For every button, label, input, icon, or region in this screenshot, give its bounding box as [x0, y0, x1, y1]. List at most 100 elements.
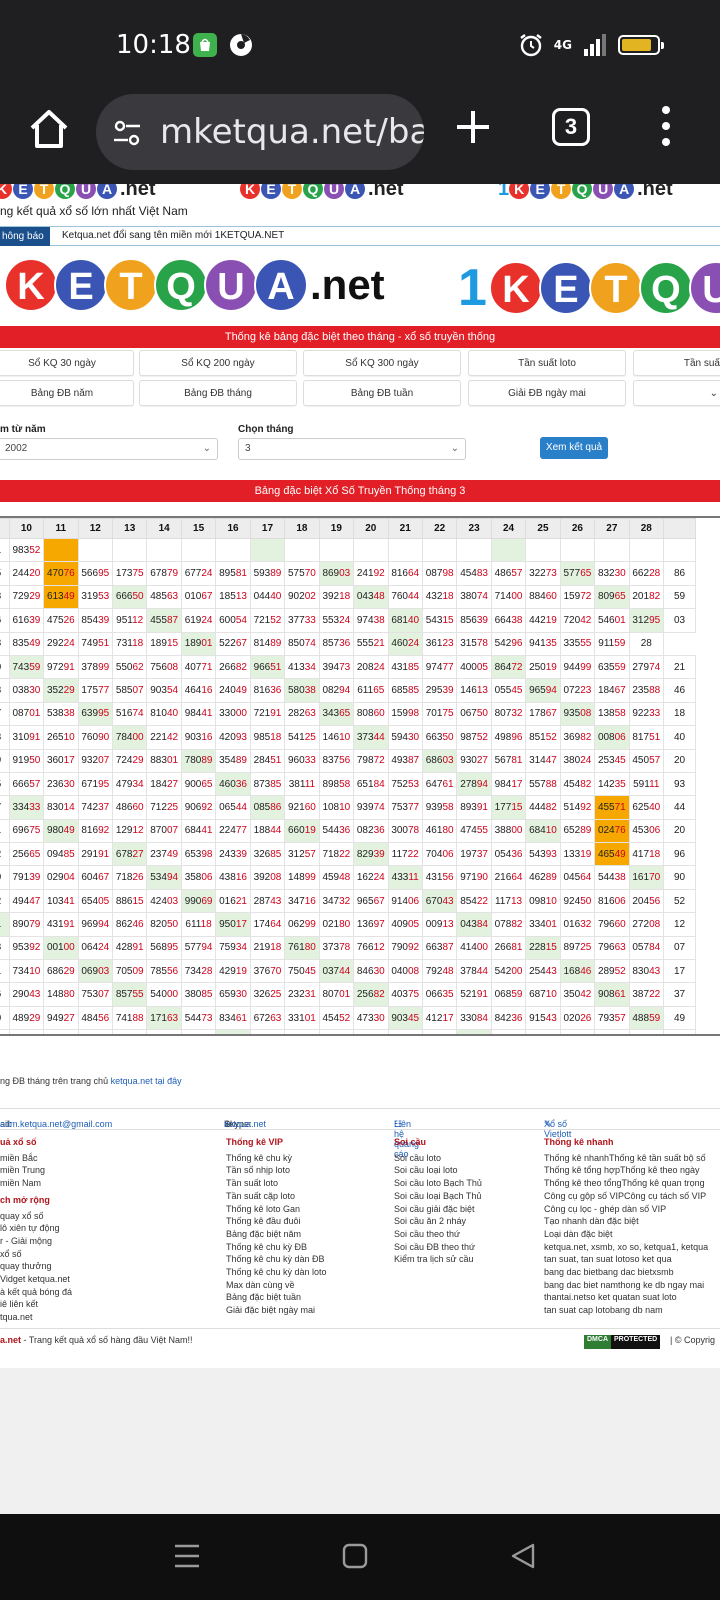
footer-link[interactable]: Giải đặc biệt ngày mai — [226, 1304, 327, 1317]
footer-link[interactable]: Max dàn cùng về — [226, 1279, 327, 1292]
more-menu-icon[interactable] — [660, 106, 672, 150]
ketqua-logo-large[interactable]: K E T Q U A .net — [4, 258, 385, 312]
footer-link[interactable]: Thống kê nhanhThống kê tần suất bộ số — [544, 1152, 708, 1165]
footer-link[interactable]: Thống kê theo tổngThống kê quan trọng — [544, 1177, 708, 1190]
ketqua-logo-small-center[interactable]: K E T Q U A .net — [240, 184, 404, 200]
footer-link[interactable]: iê liên kết — [0, 1298, 72, 1311]
cell-value: 59 — [673, 591, 686, 603]
footer-link[interactable]: Thống kê tổng hợpThống kê theo ngày — [544, 1164, 708, 1177]
address-bar[interactable]: mketqua.net/ba — [96, 94, 424, 170]
cell-value: 28743 — [253, 895, 282, 907]
footer-link[interactable]: r - Giải mộng — [0, 1235, 72, 1248]
footer-link[interactable]: miền Nam — [0, 1177, 72, 1190]
footer-link[interactable]: Thống kê loto Gan — [226, 1203, 327, 1216]
recent-apps-icon[interactable] — [174, 1542, 200, 1570]
site-settings-icon[interactable] — [112, 118, 142, 148]
footer-link[interactable]: bang dac bietbang dac bietxsmb — [544, 1266, 708, 1279]
footer-link[interactable]: Bảng đặc biệt tuần — [226, 1291, 327, 1304]
footer-link[interactable]: Tần số nhịp loto — [226, 1164, 327, 1177]
cell-value: 29539 — [425, 685, 454, 697]
footer-link[interactable]: Loại dàn đặc biệt — [544, 1228, 708, 1241]
footer-link[interactable]: Thống kê chu kỳ ĐB — [226, 1241, 327, 1254]
footer-link[interactable]: tan suat cap lotobang db nam — [544, 1304, 708, 1317]
nav-so-kq-300[interactable]: Sổ KQ 300 ngày — [303, 350, 461, 376]
table-cell: 24049 — [215, 678, 251, 703]
cell-value: 89079 — [12, 918, 41, 930]
1ketqua-logo-small[interactable]: 1 K E T Q U A .net — [496, 184, 673, 200]
view-results-button[interactable]: Xem kết quả — [540, 437, 608, 459]
nav-bang-db-nam[interactable]: Bảng ĐB năm — [0, 380, 134, 406]
footer-link[interactable]: Soi cầu loto Bạch Thủ — [394, 1177, 482, 1190]
footer-link[interactable]: à kết quả bóng đá — [0, 1286, 72, 1299]
nav-so-kq-30[interactable]: Sổ KQ 30 ngày — [0, 350, 134, 376]
footer-link[interactable]: Soi cầu loto — [394, 1152, 482, 1165]
1ketqua-logo-large[interactable]: 1 K E T Q U — [458, 258, 720, 318]
month-select[interactable]: 3 ⌄ — [238, 438, 466, 460]
footer-link[interactable]: Công cụ gộp số VIPCông cụ tách số VIP — [544, 1190, 708, 1203]
table-cell: 205 — [0, 561, 10, 586]
footer-link[interactable]: thantai.netso ket quatan suat loto — [544, 1291, 708, 1304]
cell-value: 81489 — [253, 638, 282, 650]
footer-link[interactable]: Tạo nhanh dàn đặc biệt — [544, 1215, 708, 1228]
footer-link[interactable]: ketqua.net, xsmb, xo so, ketqua1, ketqua — [544, 1241, 708, 1254]
nav-bang-db-tuan[interactable]: Bảng ĐB tuần — [303, 380, 461, 406]
footer-link[interactable]: Soi cầu ăn 2 nháy — [394, 1215, 482, 1228]
footer-link[interactable]: miền Bắc — [0, 1152, 72, 1165]
dmca-badge[interactable]: DMCA PROTECTED — [584, 1335, 661, 1349]
footer-link[interactable]: Soi cầu theo thứ — [394, 1228, 482, 1241]
footer-link[interactable]: Thống kê chu kỳ dàn ĐB — [226, 1253, 327, 1266]
footer-link[interactable]: Thống kê đầu đuôi — [226, 1215, 327, 1228]
cell-value: 22477 — [219, 825, 247, 837]
notice-text[interactable]: Ketqua.net đổi sang tên miền mới 1KETQUA… — [62, 230, 284, 241]
table-cell: 98417 — [490, 771, 527, 797]
footer-note-link[interactable]: ketqua.net tại đây — [111, 1076, 182, 1086]
table-cell: 42919 — [215, 959, 251, 984]
year-select[interactable]: 2002 ⌄ — [0, 438, 218, 460]
email-link[interactable]: adm.ketqua.net@gmail.com — [0, 1119, 112, 1129]
nav-tan-suat-loto[interactable]: Tần suất loto — [468, 350, 626, 376]
footer-link[interactable]: Tần suất loto — [226, 1177, 327, 1190]
table-cell: 75307 — [77, 982, 114, 1007]
footer-link[interactable]: xổ số — [0, 1248, 72, 1261]
cell-value: 21664 — [494, 872, 523, 884]
cell-value: 70406 — [425, 848, 454, 860]
nav-more-dropdown[interactable]: ⌄ — [633, 380, 720, 406]
footer-link[interactable]: Thống kê chu kỳ dàn loto — [226, 1266, 327, 1279]
footer-link[interactable]: Soi cầu loại loto — [394, 1164, 482, 1177]
footer-link[interactable]: Vidget ketqua.net — [0, 1273, 72, 1286]
footer-link[interactable]: tqua.net — [0, 1311, 72, 1324]
footer-link[interactable]: quay thưởng — [0, 1260, 72, 1273]
footer-link[interactable]: Kiểm tra lịch sử cầu — [394, 1253, 482, 1266]
footer-link[interactable]: Tần suất cặp loto — [226, 1190, 327, 1203]
table-cell: 43218 — [421, 584, 458, 610]
nav-tan-suat-more[interactable]: Tần suấ — [633, 350, 720, 376]
table-cell: 502 — [0, 842, 10, 867]
cell-value: 27894 — [460, 778, 488, 790]
footer-link[interactable]: miền Trung — [0, 1164, 72, 1177]
home-icon[interactable] — [26, 106, 72, 152]
ketqua-logo-small[interactable]: K E T Q U A .net — [0, 184, 156, 200]
new-tab-icon[interactable] — [454, 108, 492, 146]
back-nav-icon[interactable] — [510, 1542, 536, 1570]
footer-link[interactable]: Thống kê chu kỳ — [226, 1152, 327, 1165]
footer-link[interactable]: Soi cầu loại Bạch Thủ — [394, 1190, 482, 1203]
copyright-brand[interactable]: a.net — [0, 1335, 21, 1345]
footer-link[interactable]: Bảng đặc biệt năm — [226, 1228, 327, 1241]
footer-link[interactable]: bang dac biet namthong ke db ngay mai — [544, 1279, 708, 1292]
copyright-right: | © Copyrig — [670, 1335, 715, 1345]
nav-giai-db-ngay-mai[interactable]: Giải ĐB ngày mai — [468, 380, 626, 406]
nav-so-kq-200[interactable]: Sổ KQ 200 ngày — [139, 350, 297, 376]
home-nav-icon[interactable] — [342, 1542, 368, 1570]
footer-link[interactable]: Soi cầu giải đặc biệt — [394, 1203, 482, 1216]
skype-link[interactable]: ketqua.net — [224, 1119, 266, 1129]
footer-link[interactable]: lô xiên tự động — [0, 1222, 72, 1235]
footer-link[interactable]: tan suat, tan suat lotoso ket qua — [544, 1253, 708, 1266]
tab-switcher-button[interactable]: 3 — [552, 108, 590, 146]
nav-bang-db-thang[interactable]: Bảng ĐB tháng — [139, 380, 297, 406]
special-prize-table-container[interactable]: 910111213141516171819202122232425262728 … — [0, 516, 720, 1036]
table-cell: 93 — [663, 771, 696, 797]
footer-link[interactable]: Soi cầu ĐB theo thứ — [394, 1241, 482, 1254]
table-row: 825 66657 23630 67195 47934 18427 90065 46036 87… — [0, 771, 696, 797]
footer-link[interactable]: quay xổ số — [0, 1210, 72, 1223]
footer-link[interactable]: Công cụ lọc - ghép dàn số VIP — [544, 1203, 708, 1216]
